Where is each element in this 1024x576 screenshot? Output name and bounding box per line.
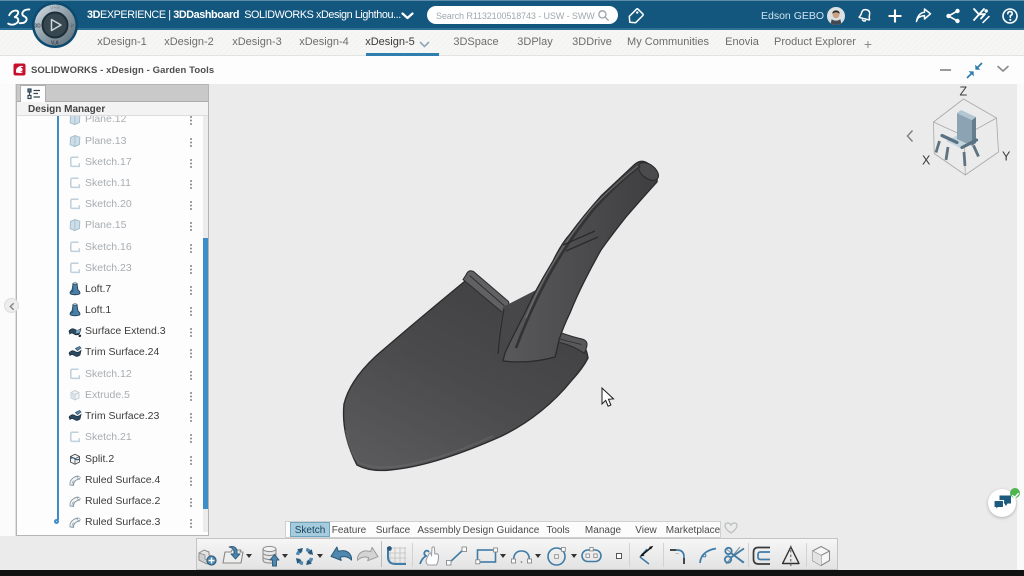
- svg-text:Y: Y: [1002, 150, 1011, 164]
- svg-text:i²: i²: [71, 24, 74, 30]
- svg-text:X: X: [922, 154, 931, 168]
- svg-text:Z: Z: [960, 85, 968, 99]
- svg-text:3D: 3D: [34, 24, 41, 30]
- svg-text:V.A: V.A: [51, 41, 59, 47]
- svg-text:V+R: V+R: [50, 5, 60, 11]
